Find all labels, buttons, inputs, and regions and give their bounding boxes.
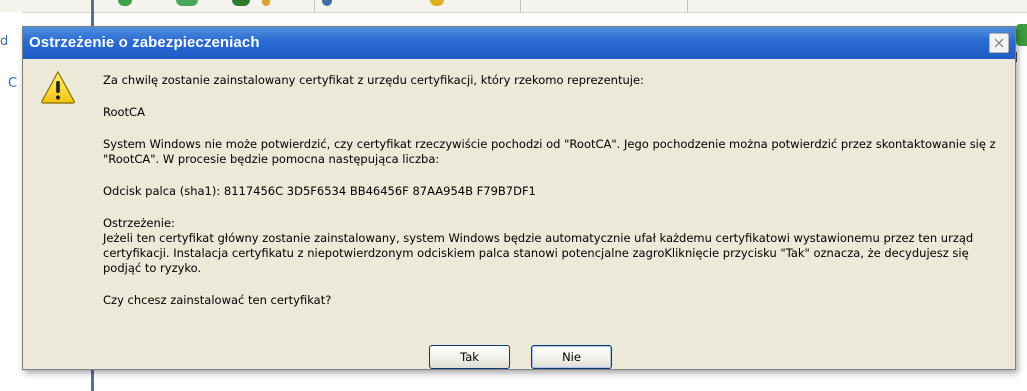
background-letter: C [8, 76, 18, 91]
background-toolbar [0, 0, 1027, 13]
dialog-titlebar[interactable]: Ostrzeżenie o zabezpieczeniach [23, 27, 1015, 59]
background-green-icon [176, 0, 198, 6]
message-issuer: RootCA [103, 105, 145, 119]
message-intro: Za chwilę zostanie zainstalowany certyfi… [103, 73, 644, 87]
toolbar-separator [687, 0, 688, 12]
message-verification: System Windows nie może potwierdzić, czy… [103, 137, 996, 166]
yes-button[interactable]: Tak [429, 345, 510, 369]
background-orange-icon [262, 0, 270, 6]
toolbar-separator [314, 0, 315, 12]
close-icon [994, 38, 1004, 48]
message-question: Czy chcesz zainstalować ten certyfikat? [103, 293, 332, 307]
message-thumbprint: Odcisk palca (sha1): 8117456C 3D5F6534 B… [103, 184, 536, 198]
background-yellow-icon [430, 0, 444, 6]
background-green-icon [232, 0, 250, 6]
background-divider [91, 0, 94, 26]
background-blue-icon [322, 0, 332, 6]
background-green-icon [118, 0, 132, 6]
warning-triangle-icon [41, 70, 75, 104]
dialog-title: Ostrzeżenie o zabezpieczeniach [29, 34, 260, 51]
message-warning-heading: Ostrzeżenie: [103, 216, 175, 230]
background-green-control [1016, 24, 1027, 46]
background-divider [91, 368, 94, 391]
background-left-panel: d C [0, 12, 22, 391]
dialog-message: Za chwilę zostanie zainstalowany certyfi… [103, 73, 1003, 308]
toolbar-separator [520, 0, 521, 12]
close-button[interactable] [989, 33, 1009, 53]
no-button[interactable]: Nie [531, 345, 612, 369]
message-warning-body: Jeżeli ten certyfikat główny zostanie za… [103, 231, 974, 275]
security-warning-dialog: Ostrzeżenie o zabezpieczeniach Za chwilę… [22, 26, 1016, 370]
background-letter: d [0, 34, 9, 49]
